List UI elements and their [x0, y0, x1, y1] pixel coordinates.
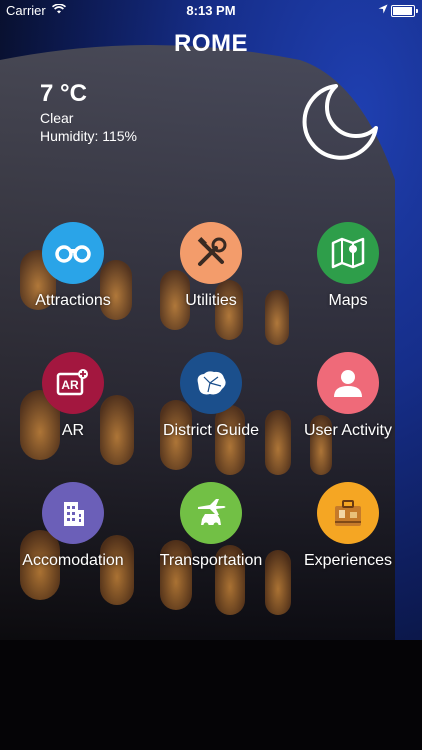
menu-item-utilities[interactable]: Utilities [146, 222, 276, 310]
menu-item-user-activity[interactable]: User Activity [283, 352, 413, 440]
weather-panel: 7 °C Clear Humidity: 115% [40, 80, 137, 144]
temperature: 7 °C [40, 80, 87, 107]
status-time: 8:13 PM [186, 3, 236, 18]
menu-label: District Guide [162, 422, 260, 439]
menu-label: Maps [328, 292, 368, 309]
menu-item-transportation[interactable]: Transportation [146, 482, 276, 570]
menu-item-district-guide[interactable]: District Guide [146, 352, 276, 440]
plane-car-icon [180, 482, 242, 544]
svg-text:AR: AR [61, 378, 79, 392]
menu-label: AR [61, 422, 85, 439]
menu-label: Accomodation [22, 552, 124, 569]
hotel-icon [42, 482, 104, 544]
menu-label: Transportation [159, 552, 263, 569]
user-icon [317, 352, 379, 414]
suitcase-icon [317, 482, 379, 544]
map-icon [317, 222, 379, 284]
district-map-icon [180, 352, 242, 414]
location-arrow-icon [378, 4, 388, 14]
menu-item-maps[interactable]: Maps [283, 222, 413, 310]
home-screen: Carrier 8:13 PM ROME 7 °C Clear Humidity… [0, 0, 422, 750]
menu-item-accomodation[interactable]: Accomodation [8, 482, 138, 570]
humidity: Humidity: 115% [40, 128, 138, 144]
weather-condition: Clear [40, 110, 74, 126]
menu-label: User Activity [303, 422, 392, 439]
menu-item-ar[interactable]: AR AR [8, 352, 138, 440]
ar-icon: AR [42, 352, 104, 414]
battery-icon [391, 5, 418, 17]
city-title: ROME [174, 30, 248, 57]
menu-label: Attractions [35, 292, 111, 309]
menu-item-experiences[interactable]: Experiences [283, 482, 413, 570]
menu-label: Utilities [185, 292, 237, 309]
binoculars-icon [42, 222, 104, 284]
moon-icon [302, 84, 378, 160]
status-bar: Carrier 8:13 PM [0, 0, 422, 22]
menu-label: Experiences [303, 552, 393, 569]
menu-item-attractions[interactable]: Attractions [8, 222, 138, 310]
tools-icon [180, 222, 242, 284]
